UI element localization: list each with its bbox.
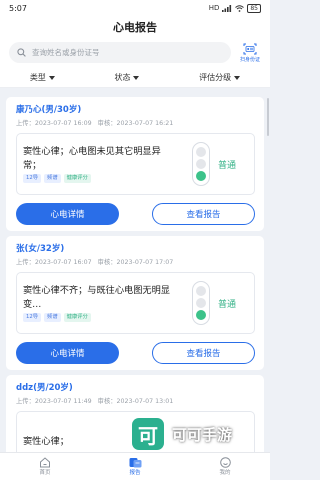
- tag-list: 12导 频谱 健康评分: [23, 174, 192, 183]
- watermark-logo: 可 可可手游: [132, 418, 232, 450]
- diagnosis-text: 窦性心律不齐；与既往心电图无明显变…: [23, 285, 170, 310]
- tag-health-score: 健康评分: [63, 313, 91, 322]
- diagnosis-box[interactable]: 窦性心律不齐；与既往心电图无明显变… 12导 频谱 健康评分 普通: [16, 272, 255, 334]
- tab-report-label: 报告: [129, 470, 141, 476]
- caret-down-icon: [133, 75, 140, 80]
- id-card-scan-icon: [243, 43, 257, 54]
- card-actions: 心电详情 查看报告: [16, 203, 255, 225]
- tag-12-lead: 12导: [23, 174, 42, 183]
- watermark-logo-icon: 可: [132, 418, 164, 450]
- light-green: [196, 310, 206, 320]
- tag-health-score: 健康评分: [63, 174, 91, 183]
- scan-id-button[interactable]: 扫身份证: [239, 43, 261, 63]
- view-report-button[interactable]: 查看报告: [152, 342, 255, 364]
- search-placeholder: 查询姓名或身份证号: [32, 48, 100, 57]
- patient-name[interactable]: 张(女/32岁): [16, 242, 255, 254]
- filter-grade[interactable]: 评估分级: [199, 72, 241, 83]
- patient-name[interactable]: 康乃心(男/30岁): [16, 103, 255, 115]
- status-time: 5:07: [9, 3, 27, 13]
- bottom-tab-bar: 首页 报告 我的: [0, 452, 270, 480]
- filter-grade-label: 评估分级: [199, 73, 232, 82]
- grade-label: 普通: [218, 299, 237, 310]
- tab-home-label: 首页: [39, 470, 51, 476]
- card-actions: 心电详情 查看报告: [16, 342, 255, 364]
- upload-time: 上传：2023-07-07 16:09: [16, 120, 92, 127]
- report-list[interactable]: 康乃心(男/30岁) 上传：2023-07-07 16:09 审核：2023-0…: [0, 92, 270, 452]
- report-card: 张(女/32岁) 上传：2023-07-07 16:07 审核：2023-07-…: [6, 236, 264, 370]
- wifi-icon: [235, 4, 245, 12]
- traffic-light-icon: [192, 142, 210, 186]
- search-input[interactable]: 查询姓名或身份证号: [9, 42, 231, 63]
- report-times: 上传：2023-07-07 16:07 审核：2023-07-07 17:07: [16, 257, 255, 266]
- upload-time: 上传：2023-07-07 16:07: [16, 259, 92, 266]
- light-red: [196, 286, 206, 296]
- page-title: 心电报告: [0, 16, 270, 38]
- review-time: 审核：2023-07-07 13:01: [97, 398, 174, 405]
- report-card: 康乃心(男/30岁) 上传：2023-07-07 16:09 审核：2023-0…: [6, 97, 264, 231]
- search-icon: [17, 48, 26, 57]
- tab-home[interactable]: 首页: [0, 453, 90, 480]
- scrollbar-thumb[interactable]: [267, 98, 269, 136]
- traffic-light-icon: [192, 281, 210, 325]
- report-icon: [129, 458, 141, 468]
- caret-down-icon: [234, 75, 241, 80]
- battery-indicator: 85: [247, 3, 261, 13]
- light-yellow: [196, 298, 206, 308]
- light-red: [196, 147, 206, 157]
- review-time: 审核：2023-07-07 16:21: [97, 120, 174, 127]
- light-yellow: [196, 159, 206, 169]
- ecg-detail-button[interactable]: 心电详情: [16, 342, 119, 364]
- filter-status[interactable]: 状态: [114, 72, 140, 83]
- filter-status-label: 状态: [114, 73, 131, 82]
- view-report-button[interactable]: 查看报告: [152, 203, 255, 225]
- signal-icon: [222, 4, 232, 12]
- review-time: 审核：2023-07-07 17:07: [97, 259, 174, 266]
- tag-spectrum: 频谱: [44, 313, 61, 322]
- status-indicators: HD 85: [208, 3, 261, 13]
- report-times: 上传：2023-07-07 11:49 审核：2023-07-07 13:01: [16, 396, 255, 405]
- watermark-text: 可可手游: [172, 425, 233, 444]
- tag-12-lead: 12导: [23, 313, 42, 322]
- home-icon: [40, 457, 50, 468]
- upload-time: 上传：2023-07-07 11:49: [16, 398, 92, 405]
- status-bar: 5:07 HD 85: [0, 0, 270, 16]
- search-row: 查询姓名或身份证号 扫身份证: [0, 38, 270, 68]
- diagnosis-text: 窦性心律；心电图未见其它明显异常；: [23, 146, 161, 171]
- filter-type[interactable]: 类型: [30, 72, 55, 83]
- caret-down-icon: [48, 75, 55, 80]
- profile-icon: [219, 457, 231, 468]
- tab-profile-label: 我的: [219, 470, 231, 476]
- light-green: [196, 171, 206, 181]
- report-times: 上传：2023-07-07 16:09 审核：2023-07-07 16:21: [16, 118, 255, 127]
- network-label: HD: [208, 4, 220, 12]
- tab-report[interactable]: 报告: [90, 453, 180, 480]
- tag-spectrum: 频谱: [44, 174, 61, 183]
- filter-type-label: 类型: [29, 73, 46, 82]
- grade-label: 普通: [218, 160, 237, 171]
- diagnosis-box[interactable]: 窦性心律；心电图未见其它明显异常； 12导 频谱 健康评分 普通: [16, 133, 255, 195]
- tag-list: 12导 频谱 健康评分: [23, 313, 192, 322]
- scan-id-label: 扫身份证: [239, 56, 260, 63]
- ecg-detail-button[interactable]: 心电详情: [16, 203, 119, 225]
- tab-profile[interactable]: 我的: [180, 453, 270, 480]
- filter-bar: 类型 状态 评估分级: [0, 68, 270, 88]
- patient-name[interactable]: ddz(男/20岁): [16, 381, 255, 393]
